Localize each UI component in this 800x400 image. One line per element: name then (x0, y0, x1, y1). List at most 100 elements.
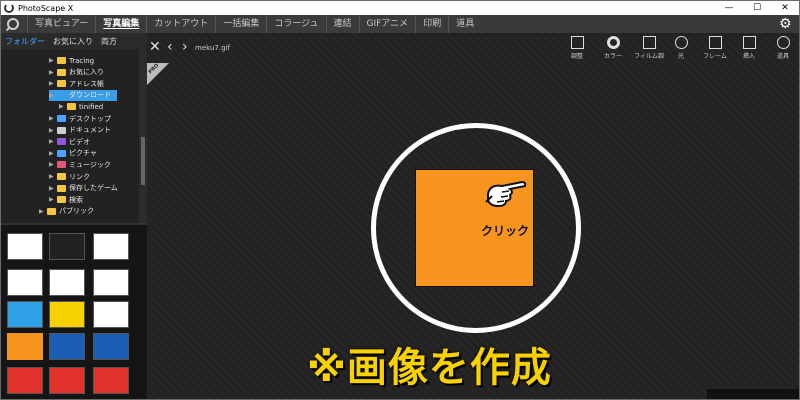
chevron-right-icon[interactable]: ▶ (49, 92, 57, 99)
tree-item[interactable]: ▶ 保存したゲーム (49, 183, 118, 194)
tool-adjust[interactable]: 調整 (559, 36, 595, 62)
panel-subtabs: フォルダー お気に入り 両方 (1, 33, 147, 49)
tree-item[interactable]: ▶ ドキュメント (49, 125, 111, 136)
title-bar: PhotoScape X — ☐ ✕ (1, 1, 799, 15)
tool-label: カラー (603, 53, 622, 60)
tree-item[interactable]: ▶ デスクトップ (49, 113, 111, 124)
tab-photo-viewer[interactable]: 写真ビュアー (27, 15, 95, 33)
thumbnail[interactable] (49, 269, 85, 296)
tree-item[interactable]: ▶ ピクチャ (49, 148, 97, 159)
file-name: meku7.gif (195, 44, 230, 52)
thumbnail[interactable] (93, 269, 129, 296)
editor-canvas: ✕ ‹ › meku7.gif 調整 カラー フィルム調 光 フレーム 挿入 道… (147, 33, 799, 399)
chevron-right-icon[interactable]: ▶ (49, 185, 57, 192)
chevron-left-icon[interactable]: ‹ (167, 39, 173, 55)
thumbnail[interactable] (7, 233, 43, 260)
chevron-right-icon[interactable]: ▶ (49, 127, 57, 134)
thumbnail[interactable] (49, 233, 85, 260)
close-button[interactable]: ✕ (771, 1, 799, 15)
chevron-right-icon[interactable]: ▶ (49, 69, 57, 76)
folder-icon (57, 149, 66, 157)
tool-tools[interactable]: 道具 (765, 36, 799, 62)
chevron-right-icon[interactable]: ▶ (49, 115, 57, 122)
main-menu: 写真ビュアー 写真編集 カットアウト 一括編集 コラージュ 連結 GIFアニメ … (1, 15, 799, 33)
tab-gif[interactable]: GIFアニメ (358, 15, 416, 33)
tool-light[interactable]: 光 (663, 36, 699, 62)
tab-tools[interactable]: 道具 (448, 15, 481, 33)
tree-item[interactable]: ▶ お気に入り (49, 67, 104, 78)
editor-toolbar: ✕ ‹ › meku7.gif 調整 カラー フィルム調 光 フレーム 挿入 道… (147, 33, 799, 63)
tree-item-label: ドキュメント (69, 126, 111, 135)
tree-item[interactable]: ▶ tinified (59, 101, 103, 112)
subtab-folders[interactable]: フォルダー (1, 36, 49, 47)
tree-item-label: アドレス帳 (69, 79, 104, 88)
thumbnail[interactable] (49, 301, 85, 328)
tree-item-label: ビデオ (69, 137, 90, 146)
chevron-right-icon[interactable]: ▶ (49, 196, 57, 203)
thumbnail[interactable] (7, 333, 43, 360)
thumbnail[interactable] (49, 367, 85, 394)
minimize-button[interactable]: — (715, 1, 743, 15)
tool-insert[interactable]: 挿入 (731, 36, 767, 62)
folder-tree: ▶ Tracing ▶ お気に入り ▶ アドレス帳 ▶ ダウンロード ▶ tinified ▶ デスク… (1, 49, 139, 235)
pointing-hand-icon (485, 180, 527, 208)
tree-item[interactable]: ▶ ミュージック (49, 159, 111, 170)
chevron-right-icon[interactable]: ▶ (49, 150, 57, 157)
tab-combine[interactable]: 連結 (325, 15, 359, 33)
tab-photo-editor[interactable]: 写真編集 (95, 15, 146, 33)
tree-item[interactable]: ▶ ビデオ (49, 136, 90, 147)
subtab-both[interactable]: 両方 (97, 36, 121, 47)
chevron-right-icon[interactable]: ▶ (59, 103, 67, 110)
chevron-right-icon[interactable]: ▶ (49, 161, 57, 168)
chevron-right-icon[interactable]: ▶ (49, 57, 57, 64)
left-panel: フォルダー お気に入り 両方 ▶ Tracing ▶ お気に入り ▶ アドレス帳 ▶ ダウンロ… (1, 33, 147, 399)
tab-cutout[interactable]: カットアウト (146, 15, 215, 33)
tab-batch[interactable]: 一括編集 (215, 15, 266, 33)
chevron-right-icon[interactable]: ▶ (49, 173, 57, 180)
thumbnail[interactable] (93, 233, 129, 260)
scroll-thumb[interactable] (141, 137, 145, 185)
tool-color[interactable]: カラー (595, 36, 631, 62)
image-click-text: クリック (480, 224, 529, 238)
chevron-right-icon[interactable]: › (182, 39, 188, 55)
chevron-right-icon[interactable]: ▶ (49, 80, 57, 87)
chevron-right-icon[interactable]: ▶ (39, 208, 47, 215)
tree-item-label: tinified (79, 102, 104, 111)
app-icon (4, 3, 14, 13)
tool-frame[interactable]: フレーム (697, 36, 733, 62)
close-icon[interactable]: ✕ (149, 39, 161, 55)
edited-image[interactable]: クリック (415, 169, 534, 287)
tree-item-label: リンク (69, 172, 90, 181)
caption-banner: ※画像を作成 (307, 345, 552, 391)
thumbnail[interactable] (93, 301, 129, 328)
tab-collage[interactable]: コラージュ (266, 15, 325, 33)
folder-icon (57, 80, 66, 88)
palette-icon (776, 36, 790, 49)
thumbnail[interactable] (7, 367, 43, 394)
tool-label: 光 (677, 53, 684, 60)
status-strip (707, 389, 799, 399)
gear-icon[interactable]: ⚙ (779, 17, 793, 31)
tree-item-label: Tracing (69, 56, 95, 65)
tool-film[interactable]: フィルム調 (631, 36, 667, 62)
thumbnail[interactable] (93, 367, 129, 394)
tree-item[interactable]: ▶ ダウンロード (49, 89, 117, 101)
tree-item[interactable]: ▶ アドレス帳 (49, 78, 104, 89)
thumbnail[interactable] (49, 333, 85, 360)
thumbnail[interactable] (93, 333, 129, 360)
maximize-button[interactable]: ☐ (743, 1, 771, 15)
subtab-favorites[interactable]: お気に入り (49, 36, 97, 47)
tab-print[interactable]: 印刷 (415, 15, 448, 33)
tree-item[interactable]: ▶ パブリック (39, 206, 94, 217)
search-icon[interactable] (7, 18, 19, 30)
chevron-right-icon[interactable]: ▶ (49, 138, 57, 145)
thumbnail[interactable] (7, 269, 43, 296)
tree-item[interactable]: ▶ 検索 (49, 194, 83, 205)
sun-icon (674, 36, 688, 49)
tree-scrollbar[interactable] (139, 49, 147, 235)
folder-icon (57, 184, 66, 192)
thumbnail[interactable] (7, 301, 43, 328)
tree-item[interactable]: ▶ リンク (49, 171, 90, 182)
folder-icon (57, 91, 66, 99)
tree-item[interactable]: ▶ Tracing (49, 55, 94, 66)
